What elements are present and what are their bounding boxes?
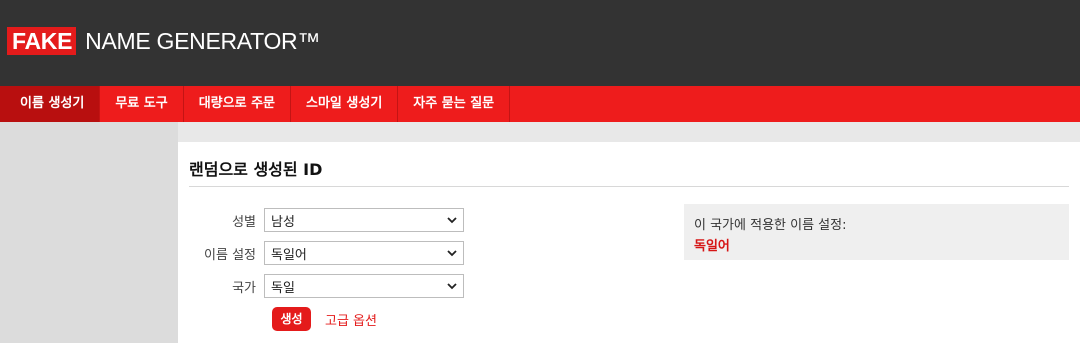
gender-value: 남성: [271, 214, 295, 230]
nav-item-bulk-order[interactable]: 대량으로 주문: [184, 86, 291, 122]
chevron-down-icon: [447, 281, 457, 291]
logo-badge: FAKE: [7, 27, 77, 55]
country-row: 국가 독일: [178, 274, 464, 298]
name-set-label: 이름 설정: [204, 247, 256, 263]
title-divider: [189, 186, 1069, 187]
name-set-value: 독일어: [271, 247, 307, 263]
logo-text: NAME GENERATOR™: [85, 28, 321, 54]
generate-button[interactable]: 생성: [272, 307, 311, 331]
info-value: 독일어: [694, 239, 730, 254]
advanced-options-link[interactable]: 고급 옵션: [325, 310, 377, 329]
left-gutter: [0, 122, 178, 343]
name-set-info-box: 이 국가에 적용한 이름 설정: 독일어: [684, 204, 1069, 260]
country-label: 국가: [232, 280, 256, 296]
name-set-select[interactable]: 독일어: [264, 241, 464, 265]
identity-panel: 랜덤으로 생성된 ID 성별 남성 이름 설정 독일어 국가 독일 생성 고급 …: [178, 142, 1080, 343]
nav-item-name-generator[interactable]: 이름 생성기: [0, 86, 101, 122]
info-heading: 이 국가에 적용한 이름 설정:: [694, 218, 847, 233]
site-logo[interactable]: FAKE NAME GENERATOR™: [7, 27, 320, 55]
panel-title: 랜덤으로 생성된 ID: [189, 160, 323, 179]
chevron-down-icon: [447, 215, 457, 225]
nav-item-free-tools[interactable]: 무료 도구: [100, 86, 184, 122]
country-value: 독일: [271, 280, 295, 296]
gender-select[interactable]: 남성: [264, 208, 464, 232]
nav-item-faq[interactable]: 자주 묻는 질문: [398, 86, 511, 122]
country-select[interactable]: 독일: [264, 274, 464, 298]
name-set-row: 이름 설정 독일어: [178, 241, 464, 265]
chevron-down-icon: [447, 248, 457, 258]
nav-item-smile-generator[interactable]: 스마일 생성기: [291, 86, 399, 122]
gender-row: 성별 남성: [178, 208, 464, 232]
gender-label: 성별: [232, 214, 256, 230]
main-nav: 이름 생성기 무료 도구 대량으로 주문 스마일 생성기 자주 묻는 질문: [0, 86, 1080, 122]
site-header: FAKE NAME GENERATOR™: [0, 0, 1080, 86]
